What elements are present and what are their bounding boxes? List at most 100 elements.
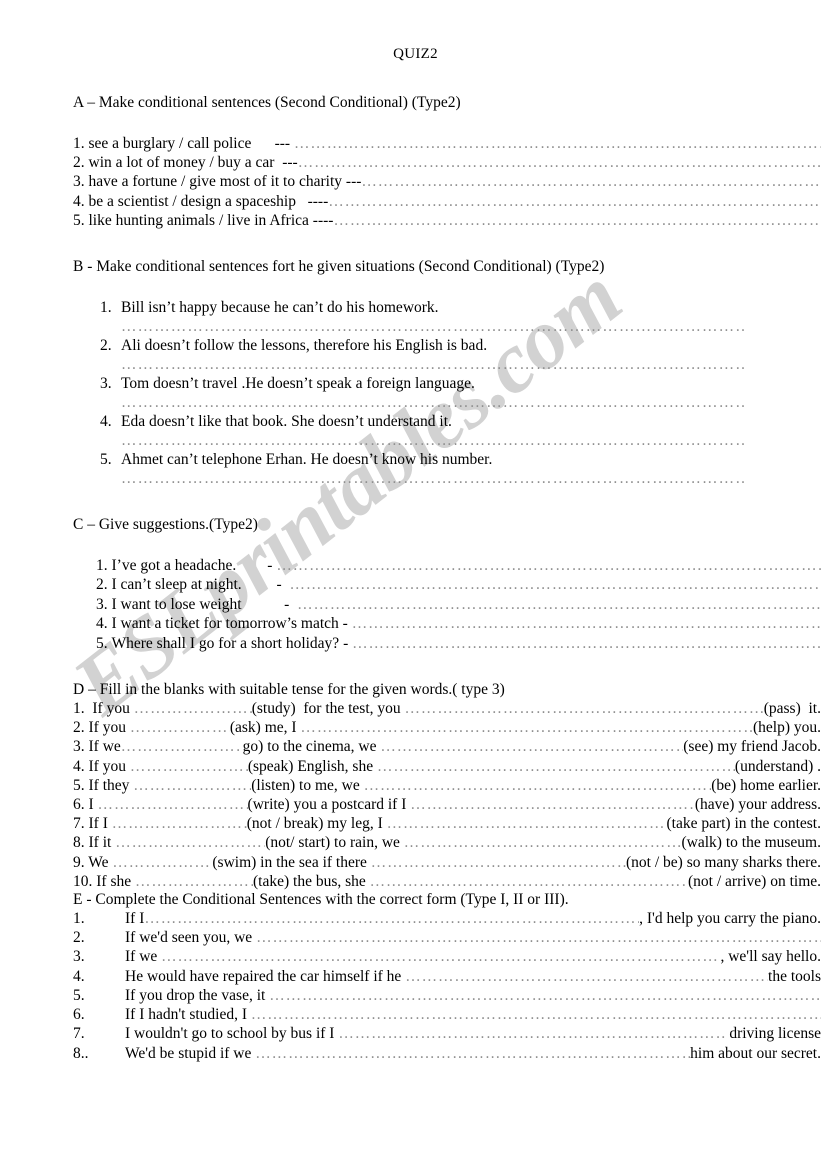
list-item: 5. Where shall I go for a short holiday?…	[96, 634, 821, 653]
section-b: B - Make conditional sentences fort he g…	[0, 258, 821, 488]
answer-blank[interactable]: ……………………………………………………………………………………………………………	[405, 967, 768, 986]
answer-blank[interactable]: ……………………………………………………………………………………………………………	[121, 431, 744, 450]
answer-blank[interactable]: ………………………………………	[135, 872, 253, 891]
item-number: 2.	[73, 929, 85, 947]
item-number: 10.	[73, 872, 93, 890]
list-item: 3. If we ……………………………………… go) to the cine…	[73, 737, 821, 756]
item-dashes: ----	[308, 211, 334, 229]
answer-blank[interactable]: ……………………………………………………………………………………………………………	[255, 1044, 690, 1063]
answer-blank[interactable]: ……………………………………………………………………………………………………………	[161, 947, 720, 966]
list-item: 2. I can’t sleep at night. - ………………………………	[96, 575, 821, 594]
answer-blank[interactable]: ……………………………………………………………………………………………………………	[371, 853, 626, 872]
answer-blank[interactable]: ……………………………………………………………………………………………………………	[361, 172, 821, 191]
item-text-1: If we	[84, 738, 121, 756]
item-number: 1.	[73, 700, 85, 718]
item-cue-1: (not/ start) to rain, we	[265, 834, 404, 852]
list-item: 8. If it ……………………………………… (not/ start) to…	[73, 833, 821, 852]
answer-blank[interactable]: ……………………………………………………………………………………………………………	[298, 153, 821, 172]
answer-blank[interactable]: ……………………………………………………………………………………………………………	[121, 393, 744, 412]
item-number: 4.	[100, 413, 112, 431]
answer-blank[interactable]: ………………………………………	[112, 853, 212, 872]
answer-blank[interactable]: ……………………………………………………………………………………………………………	[380, 737, 683, 756]
item-cue-1: (swim) in the sea if there	[212, 853, 371, 871]
item-prompt: have a fortune / give most of it to char…	[88, 173, 343, 191]
answer-blank[interactable]: ……………………………………………………………………………………………………………	[352, 614, 821, 633]
answer-blank[interactable]: ………………………………………	[112, 814, 247, 833]
item-number: 7.	[73, 815, 85, 833]
item-prompt: I want a ticket for tomorrow’s match	[111, 615, 339, 633]
answer-blank[interactable]: ……………………………………………………………………………………………………………	[328, 192, 821, 211]
answer-blank[interactable]: ……………………………………………………………………………………………………………	[121, 317, 744, 336]
section-c-list: 1. I’ve got a headache. - ………………………………………	[96, 556, 821, 653]
answer-blank[interactable]: ……………………………………………………………………………………………………………	[370, 872, 688, 891]
item-number: 7.	[73, 1025, 85, 1043]
list-item: 4. He would have repaired the car himsel…	[73, 967, 821, 986]
item-tail: the tools	[768, 967, 821, 985]
item-text-1: If I	[84, 815, 112, 833]
item-text-1: If they	[84, 776, 134, 794]
answer-blank[interactable]: ……………………………………………………………………………………………………………	[289, 575, 821, 594]
section-a-list: 1. see a burglary / call police --- ……………	[73, 134, 821, 230]
item-cue-2: (take part) in the contest.	[666, 815, 821, 833]
item-text: Ali doesn’t follow the lessons, therefor…	[121, 337, 488, 355]
answer-blank[interactable]: ……………………………………………………………………………………………………………	[121, 469, 744, 488]
item-prompt: I can’t sleep at night.	[111, 576, 242, 594]
list-item: 4. I want a ticket for tomorrow’s match …	[96, 614, 821, 633]
list-item: 10. If she ……………………………………… (take) the bu…	[73, 872, 821, 891]
item-dashes: ----	[295, 192, 329, 210]
answer-blank[interactable]: ………………………………………	[130, 718, 230, 737]
item-cue-2: (have) your address.	[694, 796, 821, 814]
item-cue-2: (not / arrive) on time.	[688, 872, 821, 890]
answer-blank[interactable]: ………………………………………	[134, 699, 252, 718]
answer-blank[interactable]: ……………………………………………………………………………………………………………	[294, 134, 821, 153]
answer-blank[interactable]: ………………………………………	[98, 795, 248, 814]
answer-blank[interactable]: ……………………………………………………………………………………………………………	[338, 1024, 725, 1043]
page-title: QUIZ2	[393, 46, 438, 62]
item-number: 2.	[73, 154, 85, 172]
item-number: 5.	[73, 986, 85, 1004]
item-text-1: If you	[84, 719, 130, 737]
answer-blank[interactable]: ……………………………………………………………………………………………………………	[276, 556, 821, 575]
item-prompt: win a lot of money / buy a car	[88, 154, 275, 172]
item-cue-2: (not / be) so many sharks there.	[626, 853, 821, 871]
item-cue-1: (not / break) my leg, I	[246, 815, 387, 833]
item-number: 3.	[73, 948, 85, 966]
answer-blank[interactable]: ……………………………………………………………………………………………………………	[256, 928, 821, 947]
item-dashes: ---	[274, 154, 298, 172]
answer-blank[interactable]: ……………………………………………………………………………………………………………	[405, 699, 764, 718]
answer-blank[interactable]: ……………………………………………………………………………………………………………	[404, 833, 682, 852]
answer-blank[interactable]: ……………………………………………………………………………………………………………	[144, 909, 639, 928]
answer-blank[interactable]: ………………………………………	[133, 776, 251, 795]
list-item: 1. If I ………………………………………………………………………………………	[73, 909, 821, 928]
item-text-1: If she	[92, 872, 135, 890]
answer-blank[interactable]: ……………………………………………………………………………………………………………	[251, 1005, 821, 1024]
answer-blank[interactable]: ………………………………………	[115, 833, 265, 852]
item-number: 2.	[100, 337, 112, 355]
item-prompt: be a scientist / design a spaceship	[88, 192, 296, 210]
answer-blank[interactable]: ……………………………………………………………………………………………………………	[387, 814, 667, 833]
item-cue-1: (take) the bus, she	[253, 872, 370, 890]
answer-blank[interactable]: ……………………………………………………………………………………………………………	[364, 776, 712, 795]
section-e-heading: E - Complete the Conditional Sentences w…	[73, 891, 569, 909]
item-cue-1: (study) for the test, you	[251, 700, 405, 718]
answer-blank[interactable]: ………………………………………	[121, 737, 239, 756]
answer-blank[interactable]: ………………………………………	[130, 757, 248, 776]
answer-blank[interactable]: ……………………………………………………………………………………………………………	[121, 355, 744, 374]
answer-blank[interactable]: ……………………………………………………………………………………………………………	[300, 718, 753, 737]
list-item: 4. be a scientist / design a spaceship -…	[73, 192, 821, 211]
item-cue-1: (write) you a postcard if I	[247, 796, 411, 814]
item-number: 6.	[73, 796, 85, 814]
answer-blank[interactable]: ……………………………………………………………………………………………………………	[269, 986, 821, 1005]
section-e: E - Complete the Conditional Sentences w…	[0, 891, 821, 1063]
item-cue-1: (speak) English, she	[247, 757, 377, 775]
answer-blank[interactable]: ……………………………………………………………………………………………………………	[377, 757, 735, 776]
answer-blank[interactable]: ……………………………………………………………………………………………………………	[333, 211, 821, 230]
list-item: 4. Eda doesn’t like that book. She doesn…	[100, 412, 821, 450]
answer-blank[interactable]: ……………………………………………………………………………………………………………	[352, 634, 821, 653]
item-text: Tom doesn’t travel .He doesn’t speak a f…	[121, 375, 475, 393]
item-number: 3.	[96, 595, 108, 613]
answer-blank[interactable]: ……………………………………………………………………………………………………………	[297, 595, 821, 614]
answer-blank[interactable]: ……………………………………………………………………………………………………………	[410, 795, 695, 814]
section-a-heading: A – Make conditional sentences (Second C…	[73, 94, 461, 111]
list-item: 5. like hunting animals / live in Africa…	[73, 211, 821, 230]
